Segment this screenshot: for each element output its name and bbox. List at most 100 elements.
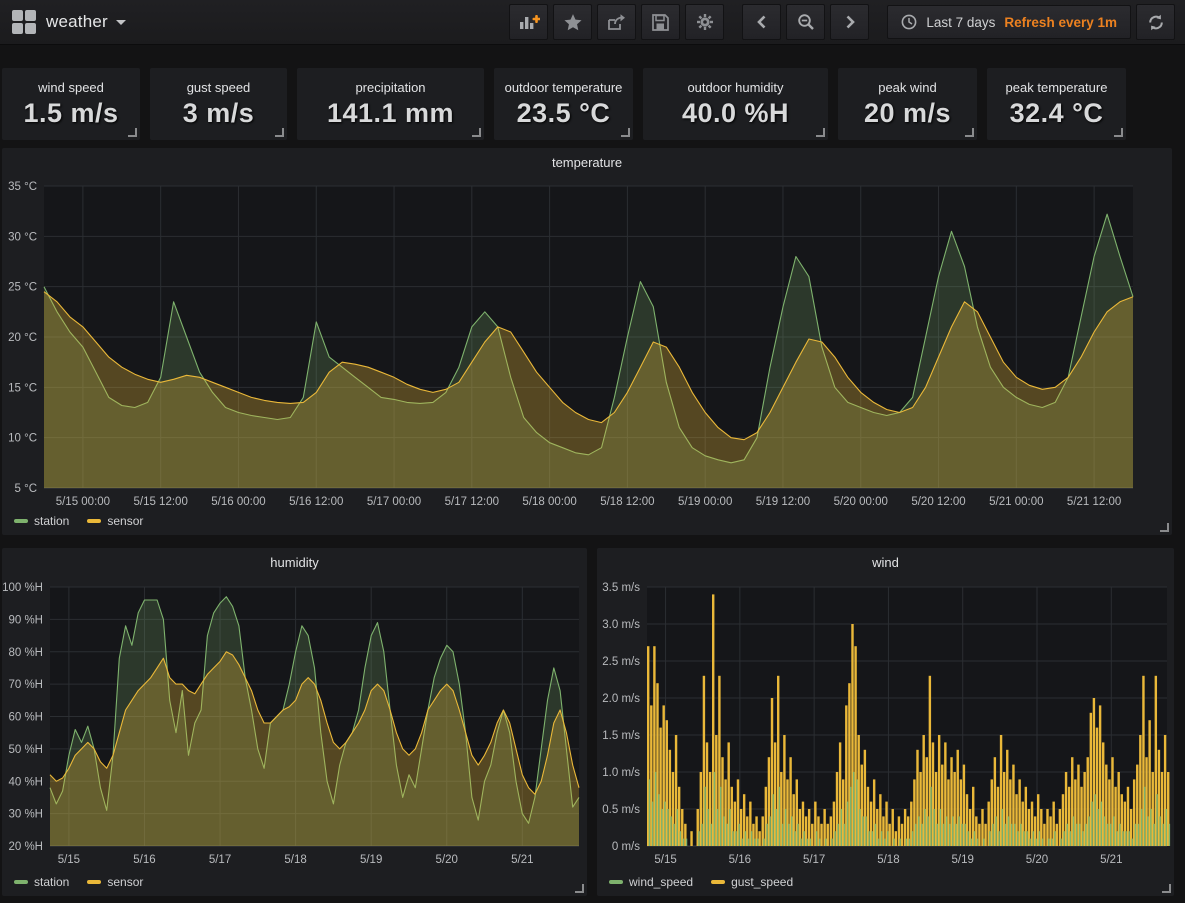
legend: wind_speed gust_speed — [609, 875, 793, 889]
svg-text:5/21 00:00: 5/21 00:00 — [989, 496, 1043, 508]
dashboards-grid-icon[interactable] — [12, 10, 36, 34]
time-range-label: Last 7 days — [926, 15, 995, 30]
legend-swatch — [711, 880, 725, 884]
zoom-out-button[interactable] — [786, 4, 825, 40]
svg-text:1.5 m/s: 1.5 m/s — [602, 730, 640, 742]
panel-resize-handle[interactable] — [1160, 523, 1169, 532]
stat-title[interactable]: peak temperature — [1006, 80, 1108, 95]
panel-resize-handle[interactable] — [816, 128, 825, 137]
stat-precipitation: precipitation 141.1 mm — [297, 68, 484, 140]
panel-resize-handle[interactable] — [965, 128, 974, 137]
share-icon — [607, 14, 626, 31]
refresh-button[interactable] — [1136, 4, 1175, 40]
svg-text:2.5 m/s: 2.5 m/s — [602, 656, 640, 668]
stat-title[interactable]: wind speed — [38, 80, 104, 95]
svg-text:5/18: 5/18 — [284, 854, 306, 866]
legend-item-station[interactable]: station — [14, 514, 69, 528]
panel-resize-handle[interactable] — [128, 128, 137, 137]
legend-label: sensor — [107, 514, 143, 528]
svg-text:5/15 12:00: 5/15 12:00 — [133, 496, 187, 508]
svg-text:60 %H: 60 %H — [8, 712, 43, 724]
legend-item-gust_speed[interactable]: gust_speed — [711, 875, 793, 889]
humidity-chart[interactable]: 100 %H90 %H80 %H70 %H60 %H50 %H40 %H30 %… — [2, 548, 587, 896]
panel-resize-handle[interactable] — [1162, 884, 1171, 893]
time-forward-button[interactable] — [830, 4, 869, 40]
svg-text:5/20 00:00: 5/20 00:00 — [834, 496, 888, 508]
svg-text:5/21: 5/21 — [1100, 854, 1122, 866]
svg-text:30 %H: 30 %H — [8, 809, 43, 821]
add-panel-icon — [518, 13, 540, 31]
panel-humidity: humidity 100 %H90 %H80 %H70 %H60 %H50 %H… — [2, 548, 587, 896]
chevron-down-icon[interactable] — [116, 20, 126, 25]
legend-swatch — [87, 880, 101, 884]
temperature-chart[interactable]: 35 °C30 °C25 °C20 °C15 °C10 °C5 °C5/15 0… — [2, 148, 1172, 535]
legend-item-wind_speed[interactable]: wind_speed — [609, 875, 693, 889]
panel-resize-handle[interactable] — [1114, 128, 1123, 137]
wind-chart[interactable]: 3.5 m/s3.0 m/s2.5 m/s2.0 m/s1.5 m/s1.0 m… — [597, 548, 1174, 896]
svg-text:20 %H: 20 %H — [8, 841, 43, 853]
legend-swatch — [609, 880, 623, 884]
svg-text:5/16: 5/16 — [133, 854, 155, 866]
stats-row: wind speed 1.5 m/s gust speed 3 m/s prec… — [2, 68, 1185, 140]
svg-text:25 °C: 25 °C — [8, 282, 37, 294]
legend-swatch — [87, 519, 101, 523]
share-button[interactable] — [597, 4, 636, 40]
panel-resize-handle[interactable] — [275, 128, 284, 137]
svg-text:30 °C: 30 °C — [8, 231, 37, 243]
svg-text:5 °C: 5 °C — [15, 483, 38, 495]
svg-text:2.0 m/s: 2.0 m/s — [602, 693, 640, 705]
time-picker[interactable]: Last 7 days Refresh every 1m — [887, 5, 1131, 39]
panel-resize-handle[interactable] — [472, 128, 481, 137]
svg-text:5/16 12:00: 5/16 12:00 — [289, 496, 343, 508]
panel-title[interactable]: humidity — [2, 555, 587, 570]
stat-outdoor-temperature: outdoor temperature 23.5 °C — [494, 68, 633, 140]
star-button[interactable] — [553, 4, 592, 40]
svg-text:90 %H: 90 %H — [8, 614, 43, 626]
legend-item-station[interactable]: station — [14, 875, 69, 889]
zoom-out-icon — [797, 13, 815, 31]
stat-title[interactable]: gust speed — [187, 80, 251, 95]
dashboard-title[interactable]: weather — [46, 12, 108, 32]
svg-text:5/21 12:00: 5/21 12:00 — [1067, 496, 1121, 508]
save-button[interactable] — [641, 4, 680, 40]
stat-title[interactable]: peak wind — [878, 80, 937, 95]
stat-title[interactable]: precipitation — [355, 80, 425, 95]
svg-text:5/16: 5/16 — [729, 854, 751, 866]
legend-item-sensor[interactable]: sensor — [87, 514, 143, 528]
panel-resize-handle[interactable] — [575, 884, 584, 893]
stat-value: 141.1 mm — [327, 98, 454, 129]
stat-title[interactable]: outdoor humidity — [687, 80, 783, 95]
stat-value: 1.5 m/s — [23, 98, 118, 129]
refresh-interval-label: Refresh every 1m — [1004, 15, 1117, 30]
legend-swatch — [14, 519, 28, 523]
stat-title[interactable]: outdoor temperature — [505, 80, 623, 95]
svg-text:0.5 m/s: 0.5 m/s — [602, 804, 640, 816]
svg-text:5/17: 5/17 — [803, 854, 825, 866]
svg-text:5/16 00:00: 5/16 00:00 — [211, 496, 265, 508]
panel-resize-handle[interactable] — [621, 128, 630, 137]
legend-label: station — [34, 514, 69, 528]
svg-text:5/18 12:00: 5/18 12:00 — [600, 496, 654, 508]
svg-text:5/19 00:00: 5/19 00:00 — [678, 496, 732, 508]
svg-text:10 °C: 10 °C — [8, 433, 37, 445]
svg-text:3.5 m/s: 3.5 m/s — [602, 582, 640, 594]
settings-button[interactable] — [685, 4, 724, 40]
svg-text:80 %H: 80 %H — [8, 647, 43, 659]
svg-text:5/18: 5/18 — [877, 854, 899, 866]
svg-text:3.0 m/s: 3.0 m/s — [602, 619, 640, 631]
stat-outdoor-humidity: outdoor humidity 40.0 %H — [643, 68, 828, 140]
stat-value: 23.5 °C — [517, 98, 611, 129]
chevron-right-icon — [843, 14, 857, 30]
star-icon — [564, 14, 582, 31]
svg-text:5/15: 5/15 — [654, 854, 676, 866]
panel-title[interactable]: wind — [597, 555, 1174, 570]
svg-text:5/20: 5/20 — [436, 854, 458, 866]
legend-item-sensor[interactable]: sensor — [87, 875, 143, 889]
time-back-button[interactable] — [742, 4, 781, 40]
svg-text:5/15: 5/15 — [58, 854, 80, 866]
add-panel-button[interactable] — [509, 4, 548, 40]
svg-text:20 °C: 20 °C — [8, 332, 37, 344]
navbar: weather — [0, 0, 1185, 45]
panel-title[interactable]: temperature — [2, 155, 1172, 170]
svg-text:5/19 12:00: 5/19 12:00 — [756, 496, 810, 508]
